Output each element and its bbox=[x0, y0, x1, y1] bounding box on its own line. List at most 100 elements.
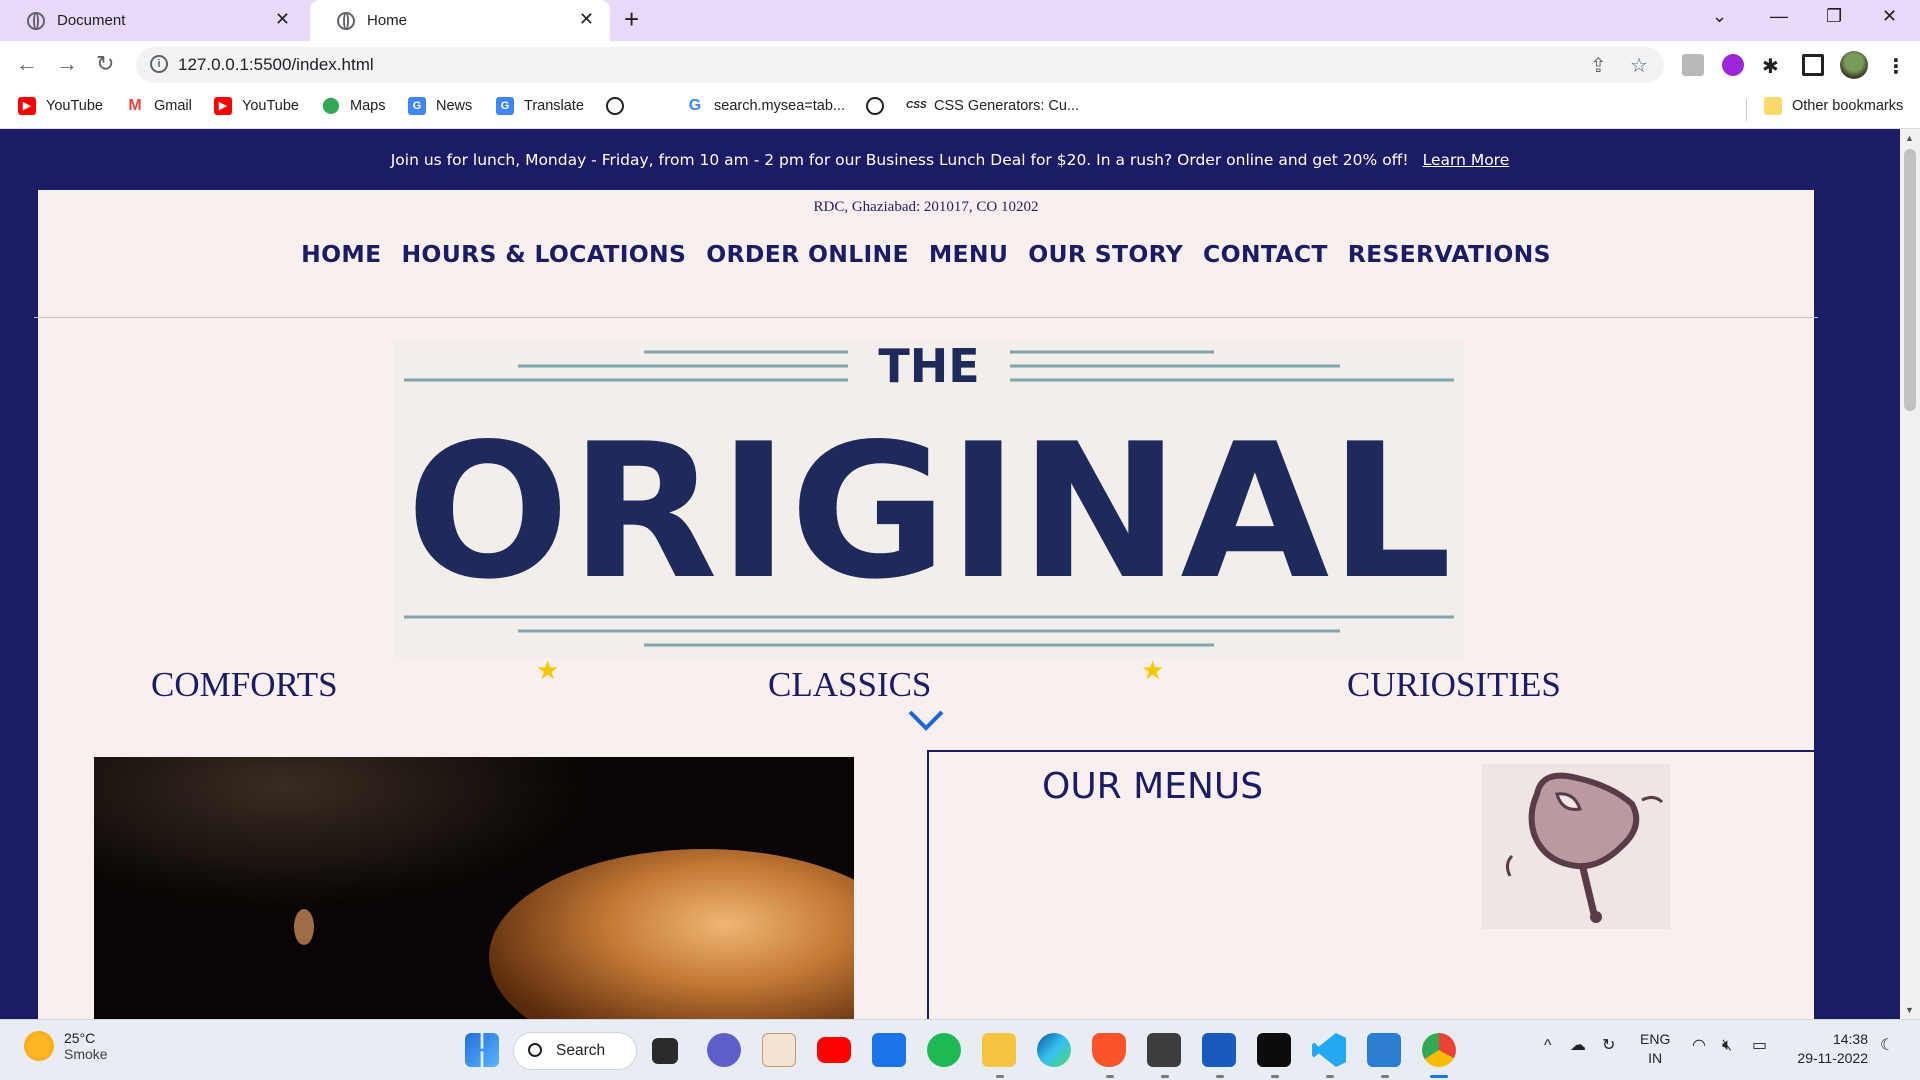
extension-icon[interactable] bbox=[1682, 54, 1704, 76]
url-text[interactable]: 127.0.0.1:5500/index.html bbox=[178, 55, 374, 75]
page-viewport: Join us for lunch, Monday - Friday, from… bbox=[0, 129, 1900, 1019]
share-icon[interactable]: ⇪ bbox=[1590, 53, 1607, 78]
task-view-icon[interactable] bbox=[652, 1038, 678, 1064]
puzzle-icon[interactable]: ✱ bbox=[1762, 54, 1784, 78]
terminal-icon[interactable] bbox=[1257, 1033, 1291, 1067]
scroll-down-chevron-icon[interactable] bbox=[38, 708, 1814, 737]
running-indicator bbox=[1381, 1075, 1389, 1078]
paint-icon[interactable] bbox=[762, 1033, 796, 1067]
tray-overflow-icon[interactable]: ^ bbox=[1544, 1036, 1552, 1055]
steak-illustration bbox=[1482, 764, 1670, 929]
nav-reservations[interactable]: RESERVATIONS bbox=[1348, 240, 1551, 268]
page-scrollbar[interactable]: ▲ ▼ bbox=[1900, 129, 1920, 1019]
side-panel-icon[interactable] bbox=[1802, 54, 1824, 76]
close-tab-icon[interactable]: ✕ bbox=[275, 9, 290, 30]
notification-icon[interactable]: ☾ bbox=[1880, 1036, 1894, 1055]
nav-home[interactable]: HOME bbox=[301, 240, 381, 268]
extension-icon[interactable] bbox=[1722, 54, 1744, 76]
wifi-icon[interactable]: ◠ bbox=[1692, 1036, 1706, 1055]
mysql-icon[interactable] bbox=[1147, 1033, 1181, 1067]
toolbar: ← → ↻ i 127.0.0.1:5500/index.html ⇪ ☆ ✱ … bbox=[0, 41, 1920, 89]
word-icon[interactable] bbox=[1202, 1033, 1236, 1067]
spotify-icon[interactable] bbox=[927, 1033, 961, 1067]
weather-condition: Smoke bbox=[64, 1046, 108, 1062]
minimize-icon[interactable]: — bbox=[1770, 6, 1788, 27]
learn-more-link[interactable]: Learn More bbox=[1423, 151, 1510, 169]
bookmark-search[interactable]: Gsearch.mysea=tab... bbox=[686, 97, 845, 115]
mail-icon[interactable] bbox=[872, 1033, 906, 1067]
bookmark-globe[interactable] bbox=[866, 97, 894, 115]
address-bar[interactable]: i 127.0.0.1:5500/index.html ⇪ ☆ bbox=[136, 47, 1664, 83]
sync-icon[interactable]: ↻ bbox=[1602, 1036, 1615, 1055]
scroll-up-icon[interactable]: ▲ bbox=[1905, 133, 1914, 143]
avatar[interactable] bbox=[1840, 51, 1868, 79]
battery-icon[interactable]: ▭ bbox=[1752, 1036, 1767, 1055]
chat-icon[interactable] bbox=[707, 1033, 741, 1067]
bookmark-gmail[interactable]: M Gmail bbox=[126, 97, 192, 115]
notepad-icon[interactable] bbox=[1367, 1033, 1401, 1067]
reload-icon[interactable]: ↻ bbox=[96, 51, 114, 77]
close-tab-icon[interactable]: ✕ bbox=[579, 9, 594, 30]
globe-icon bbox=[866, 97, 884, 115]
taskbar-search[interactable]: Search bbox=[513, 1032, 637, 1070]
tab-search-icon[interactable]: ⌄ bbox=[1712, 6, 1727, 27]
weather-widget[interactable]: 25°C Smoke bbox=[24, 1030, 108, 1062]
brave-icon[interactable] bbox=[1092, 1033, 1126, 1067]
bookmark-globe[interactable] bbox=[606, 97, 634, 115]
star-icon: ★ bbox=[536, 655, 560, 685]
restaurant-address: RDC, Ghaziabad: 201017, CO 10202 bbox=[813, 199, 1039, 215]
back-icon[interactable]: ← bbox=[16, 51, 38, 77]
running-indicator bbox=[1161, 1075, 1169, 1078]
bookmark-translate[interactable]: G Translate bbox=[496, 97, 584, 115]
scrollbar-thumb[interactable] bbox=[1904, 149, 1916, 411]
onedrive-icon[interactable]: ☁ bbox=[1570, 1036, 1586, 1055]
translate-icon: G bbox=[496, 97, 514, 115]
google-icon: G bbox=[686, 97, 704, 115]
close-window-icon[interactable]: ✕ bbox=[1882, 6, 1897, 27]
restore-icon[interactable]: ❐ bbox=[1826, 6, 1842, 27]
bookmarks-bar: ▶ YouTube M Gmail ▶ YouTube ⬤ Maps G News G Tr… bbox=[0, 89, 1920, 129]
bookmark-youtube[interactable]: ▶ YouTube bbox=[18, 97, 103, 115]
bookmark-news[interactable]: G News bbox=[408, 97, 472, 115]
bookmark-maps[interactable]: ⬤ Maps bbox=[322, 97, 385, 115]
menu-dots-icon[interactable]: ⋮ bbox=[1886, 54, 1908, 78]
nav-menu[interactable]: MENU bbox=[929, 240, 1008, 268]
bookmark-youtube[interactable]: ▶ YouTube bbox=[214, 97, 299, 115]
scroll-down-icon[interactable]: ▼ bbox=[1905, 1005, 1914, 1015]
css-icon: CSS bbox=[906, 97, 927, 115]
tab-document[interactable]: Document ✕ bbox=[0, 0, 306, 41]
file-explorer-icon[interactable] bbox=[982, 1033, 1016, 1067]
logo-graphic: THE ORIGINAL bbox=[404, 340, 1454, 647]
news-icon: G bbox=[408, 97, 426, 115]
edge-icon[interactable] bbox=[1037, 1033, 1071, 1067]
other-bookmarks[interactable]: Other bookmarks bbox=[1764, 97, 1903, 115]
clock[interactable]: 14:38 29-11-2022 bbox=[1790, 1030, 1868, 1068]
nav-hours-locations[interactable]: HOURS & LOCATIONS bbox=[401, 240, 686, 268]
volume-muted-icon[interactable]: 🔇︎ bbox=[1722, 1036, 1732, 1055]
language-indicator[interactable]: ENG IN bbox=[1640, 1030, 1670, 1068]
bookmark-star-icon[interactable]: ☆ bbox=[1630, 53, 1648, 78]
site-info-icon[interactable]: i bbox=[150, 55, 168, 73]
food-photo bbox=[94, 757, 854, 1019]
temperature: 25°C bbox=[64, 1030, 96, 1046]
nav-our-story[interactable]: OUR STORY bbox=[1028, 240, 1183, 268]
promo-text: Join us for lunch, Monday - Friday, from… bbox=[390, 150, 1409, 169]
nav-contact[interactable]: CONTACT bbox=[1203, 240, 1328, 268]
folder-icon bbox=[1764, 97, 1782, 115]
promo-banner: Join us for lunch, Monday - Friday, from… bbox=[0, 129, 1900, 190]
bookmark-css-generators[interactable]: CSS CSS Generators: Cu... bbox=[906, 97, 1079, 115]
tagline-curiosities: CURIOSITIES bbox=[1347, 665, 1561, 704]
new-tab-button[interactable]: + bbox=[624, 4, 639, 35]
tab-strip: Document ✕ Home ✕ + ⌄ — ❐ ✕ bbox=[0, 0, 1920, 41]
chrome-icon[interactable] bbox=[1422, 1033, 1456, 1067]
nav-order-online[interactable]: ORDER ONLINE bbox=[706, 240, 909, 268]
logo-top-text: THE bbox=[878, 340, 979, 393]
forward-icon[interactable]: → bbox=[56, 51, 78, 77]
tagline-comforts: COMFORTS bbox=[151, 665, 338, 704]
star-icon: ★ bbox=[1141, 655, 1165, 685]
start-icon[interactable] bbox=[465, 1033, 499, 1067]
vscode-icon[interactable] bbox=[1312, 1033, 1346, 1067]
header-divider bbox=[34, 317, 1818, 318]
tab-home[interactable]: Home ✕ bbox=[310, 0, 610, 41]
youtube-app-icon[interactable] bbox=[817, 1037, 851, 1063]
